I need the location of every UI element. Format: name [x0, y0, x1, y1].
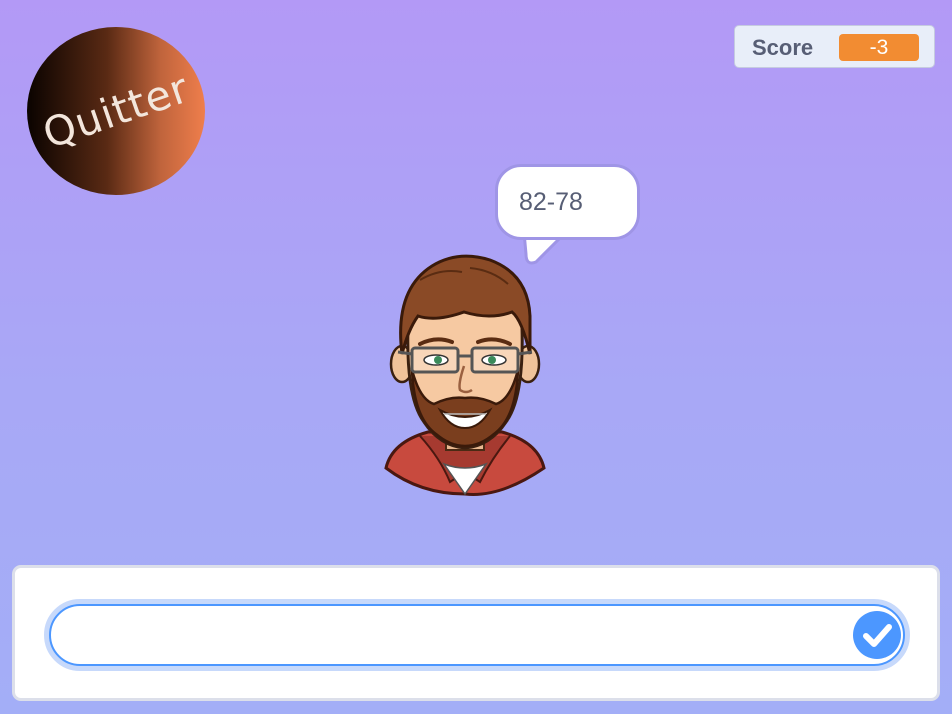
ask-prompt-panel: [12, 565, 940, 701]
answer-field-wrapper: [44, 599, 910, 671]
quitter-button[interactable]: Quitter: [27, 27, 205, 195]
submit-answer-button[interactable]: [853, 611, 901, 659]
bitmoji-avatar[interactable]: [380, 250, 550, 498]
speech-bubble-text: 82-78: [519, 188, 583, 216]
check-icon: [863, 624, 892, 647]
score-label: Score: [752, 35, 814, 60]
speech-bubble: 82-78: [495, 164, 640, 240]
score-value: -3: [839, 34, 919, 61]
quitter-label: Quitter: [36, 63, 196, 159]
stage: Quitter Score -3 82-78: [0, 0, 952, 714]
answer-input[interactable]: [49, 604, 905, 666]
score-monitor: Score -3: [734, 25, 935, 68]
